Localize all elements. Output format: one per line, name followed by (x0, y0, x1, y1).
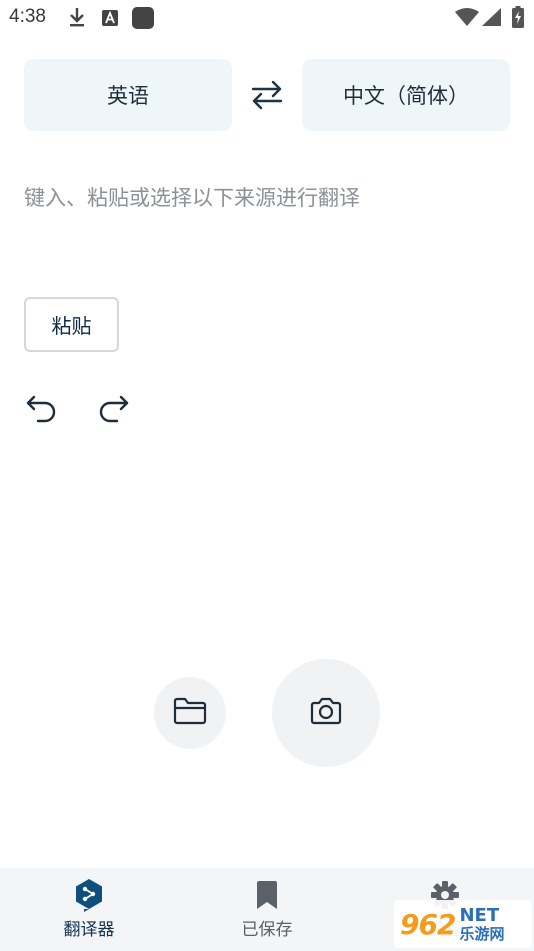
swap-arrows-icon (249, 80, 285, 116)
source-text-input[interactable] (24, 182, 510, 282)
target-language-label: 中文（简体） (343, 84, 469, 108)
font-a-icon (102, 10, 118, 30)
paste-button-label: 粘贴 (51, 314, 92, 338)
wifi-icon (455, 8, 479, 30)
translator-logo-icon (74, 878, 104, 912)
status-bar: 4:38 (0, 0, 534, 36)
source-language-button[interactable]: 英语 (24, 59, 232, 131)
watermark-site: 乐游网 (459, 924, 505, 943)
redo-button[interactable] (95, 388, 131, 424)
target-language-button[interactable]: 中文（简体） (302, 59, 510, 131)
watermark-net: NET (459, 904, 500, 926)
source-language-label: 英语 (107, 84, 149, 108)
bookmark-icon (255, 878, 279, 912)
undo-icon (24, 395, 60, 428)
nav-item-saved[interactable]: 已保存 (207, 868, 327, 951)
app-square-icon (132, 7, 154, 33)
folder-icon (173, 697, 207, 729)
nav-item-translator[interactable]: 翻译器 (29, 868, 149, 951)
nav-label-saved: 已保存 (241, 920, 293, 940)
status-time: 4:38 (9, 6, 46, 27)
watermark-number: 962 (400, 907, 456, 941)
battery-charging-icon (512, 6, 524, 32)
undo-button[interactable] (24, 388, 60, 424)
camera-icon (309, 696, 343, 730)
paste-button[interactable]: 粘贴 (24, 297, 119, 352)
camera-button[interactable] (272, 659, 380, 767)
signal-icon (482, 8, 501, 30)
redo-icon (95, 395, 131, 428)
nav-label-translator: 翻译器 (63, 920, 115, 940)
open-file-button[interactable] (154, 677, 226, 749)
swap-languages-button[interactable] (249, 78, 285, 112)
download-icon (68, 6, 86, 32)
site-watermark: 962 NET 乐游网 (394, 900, 532, 948)
